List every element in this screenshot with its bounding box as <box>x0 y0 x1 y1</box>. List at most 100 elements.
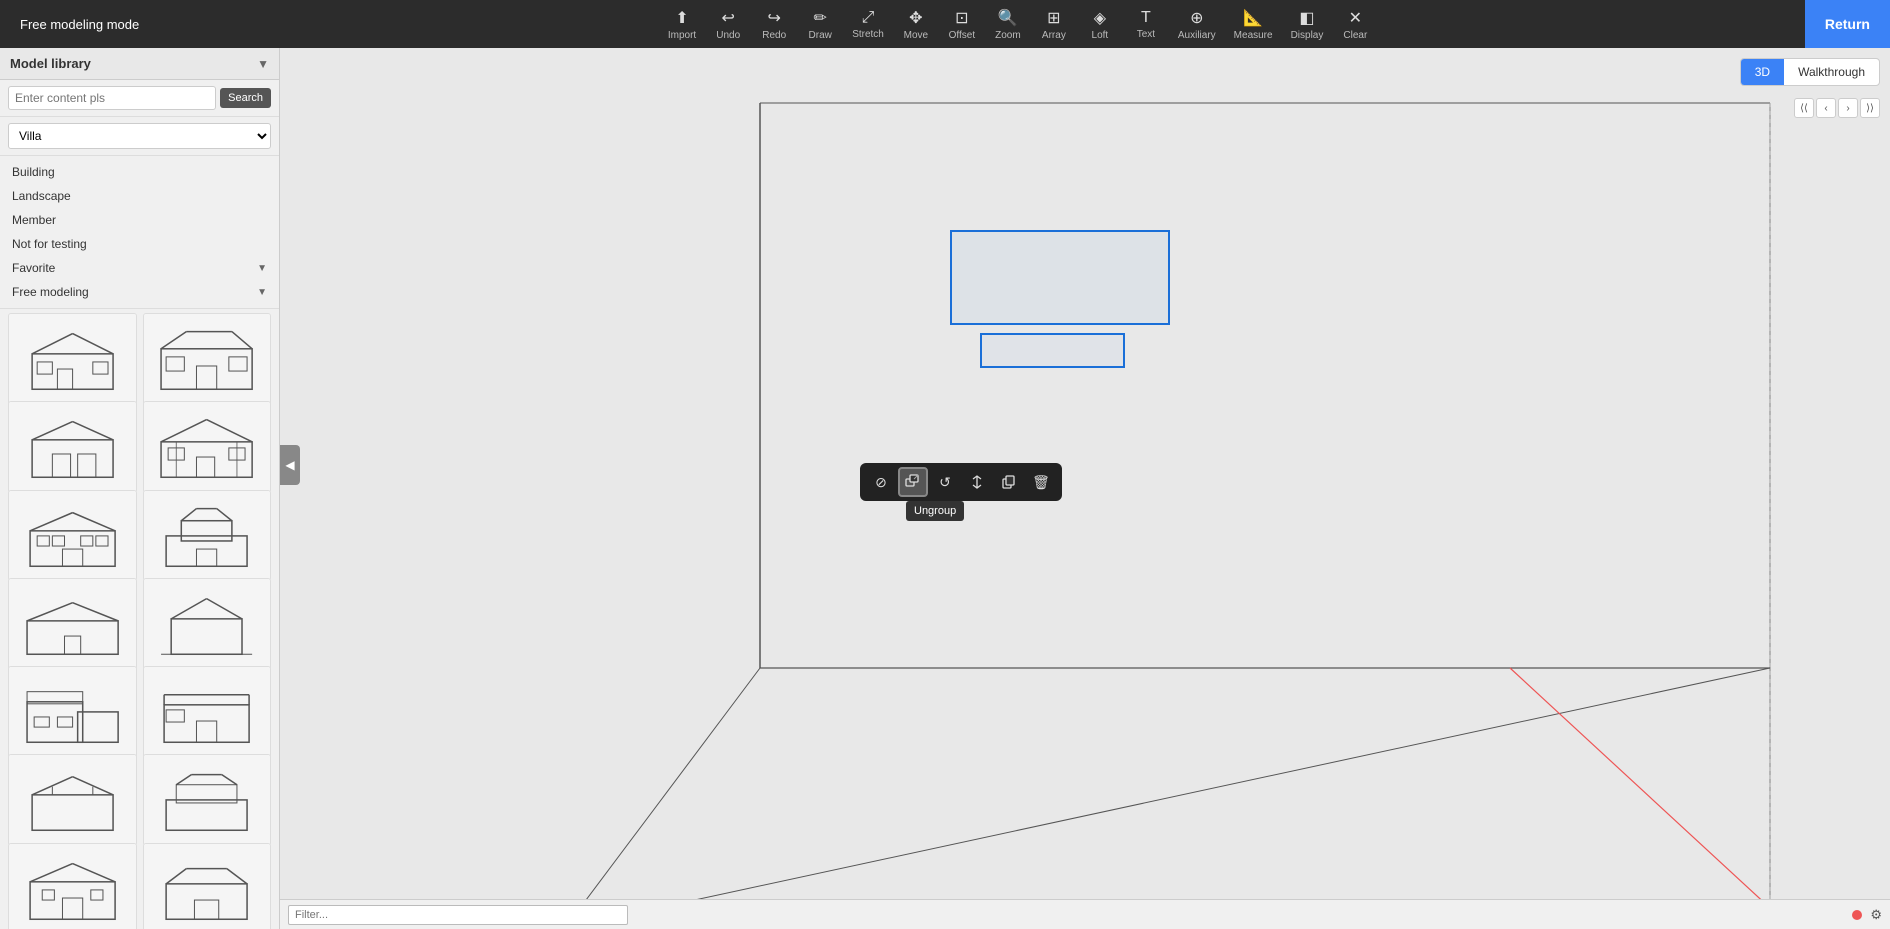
nav-arrows: ⟨⟨ ‹ › ⟩⟩ <box>1794 98 1880 118</box>
expand-arrow: ▼ <box>257 287 267 298</box>
redo-icon: ↪ <box>767 8 780 28</box>
search-bar: Search <box>0 80 279 117</box>
sidebar-collapse-button[interactable]: ◀ <box>280 445 300 485</box>
bottom-bar: ⚙ <box>280 899 1890 929</box>
toolbar-loft-button[interactable]: ◈Loft <box>1078 4 1122 45</box>
toolbar-auxiliary-button[interactable]: ⊕Auxiliary <box>1170 4 1224 45</box>
toolbar-move-button[interactable]: ✥Move <box>894 4 938 45</box>
ctx-delete-button[interactable]: 🗑 <box>1026 467 1056 497</box>
text-icon: T <box>1141 9 1151 27</box>
sidebar-item-landscape[interactable]: Landscape <box>0 184 279 208</box>
scene-svg <box>280 48 1890 929</box>
toolbar: Free modeling mode ⬆Import↩Undo↪Redo✏Dra… <box>0 0 1890 48</box>
status-dot-red <box>1852 910 1862 920</box>
model-card[interactable] <box>8 843 137 929</box>
toolbar-redo-button[interactable]: ↪Redo <box>752 4 796 45</box>
model-thumbnail <box>144 402 271 492</box>
model-thumbnail <box>9 402 136 492</box>
ctx-ungroup-button[interactable] <box>898 467 928 497</box>
model-card[interactable] <box>143 401 272 493</box>
sidebar: Model library ▼ Search VillaHouseBuildin… <box>0 48 280 929</box>
model-thumbnail <box>144 314 271 404</box>
model-thumbnail <box>144 755 271 845</box>
nav-last-button[interactable]: ⟩⟩ <box>1860 98 1880 118</box>
ctx-copy-button[interactable] <box>994 467 1024 497</box>
model-thumbnail <box>9 491 136 581</box>
auxiliary-icon: ⊕ <box>1190 8 1203 28</box>
toolbar-zoom-button[interactable]: 🔍Zoom <box>986 4 1030 45</box>
model-card[interactable] <box>143 843 272 929</box>
model-thumbnail <box>144 667 271 757</box>
view-toggle: 3D Walkthrough <box>1740 58 1880 86</box>
filter-input[interactable] <box>288 905 628 925</box>
model-thumbnail <box>144 844 271 929</box>
nav-prev-button[interactable]: ‹ <box>1816 98 1836 118</box>
sidebar-item-not-for-testing[interactable]: Not for testing <box>0 232 279 256</box>
sidebar-collapse-arrow[interactable]: ▼ <box>257 57 269 71</box>
offset-icon: ⊡ <box>955 8 968 28</box>
model-card[interactable] <box>143 578 272 670</box>
sidebar-item-building[interactable]: Building <box>0 160 279 184</box>
canvas-area[interactable]: ⊘ ↺ 🗑 <box>280 48 1890 929</box>
status-icon: ⚙ <box>1870 907 1882 923</box>
model-card[interactable] <box>8 578 137 670</box>
toolbar-offset-button[interactable]: ⊡Offset <box>940 4 984 45</box>
ctx-no-entry-button[interactable]: ⊘ <box>866 467 896 497</box>
model-card[interactable] <box>8 754 137 846</box>
model-card[interactable] <box>8 490 137 582</box>
search-button[interactable]: Search <box>220 88 271 108</box>
view-walkthrough-button[interactable]: Walkthrough <box>1784 59 1879 85</box>
model-card[interactable] <box>143 313 272 405</box>
search-input[interactable] <box>8 86 216 110</box>
model-card[interactable] <box>8 666 137 758</box>
sidebar-item-free-modeling[interactable]: Free modeling▼ <box>0 280 279 304</box>
toolbar-clear-button[interactable]: ✕Clear <box>1333 4 1377 45</box>
toolbar-array-button[interactable]: ⊞Array <box>1032 4 1076 45</box>
sidebar-title: Model library <box>10 56 91 71</box>
move-icon: ✥ <box>909 8 922 28</box>
context-toolbar: ⊘ ↺ 🗑 <box>860 463 1062 501</box>
model-card[interactable] <box>143 754 272 846</box>
display-icon: ◧ <box>1299 8 1314 28</box>
return-button[interactable]: Return <box>1805 0 1890 48</box>
model-card[interactable] <box>8 313 137 405</box>
sidebar-item-favorite[interactable]: Favorite▼ <box>0 256 279 280</box>
model-card[interactable] <box>8 401 137 493</box>
loft-icon: ◈ <box>1094 8 1106 28</box>
category-dropdown: VillaHouseBuildingLandscape <box>0 117 279 156</box>
import-icon: ⬆ <box>675 8 688 28</box>
sidebar-item-member[interactable]: Member <box>0 208 279 232</box>
model-card[interactable] <box>143 666 272 758</box>
view-3d-button[interactable]: 3D <box>1741 59 1784 85</box>
model-thumbnail <box>9 755 136 845</box>
category-select[interactable]: VillaHouseBuildingLandscape <box>8 123 271 149</box>
array-icon: ⊞ <box>1047 8 1060 28</box>
model-thumbnail <box>9 667 136 757</box>
model-thumbnail <box>144 579 271 669</box>
expand-arrow: ▼ <box>257 263 267 274</box>
toolbar-stretch-button[interactable]: ⤢Stretch <box>844 4 892 45</box>
toolbar-draw-button[interactable]: ✏Draw <box>798 4 842 45</box>
nav-first-button[interactable]: ⟨⟨ <box>1794 98 1814 118</box>
ctx-refresh-button[interactable]: ↺ <box>930 467 960 497</box>
model-thumbnail <box>9 314 136 404</box>
nav-next-button[interactable]: › <box>1838 98 1858 118</box>
model-thumbnail <box>144 491 271 581</box>
toolbar-display-button[interactable]: ◧Display <box>1283 4 1332 45</box>
ungroup-tooltip: Ungroup <box>906 501 964 521</box>
stretch-icon: ⤢ <box>862 9 875 27</box>
model-card[interactable] <box>143 490 272 582</box>
ctx-flip-button[interactable] <box>962 467 992 497</box>
draw-icon: ✏ <box>813 8 826 28</box>
undo-icon: ↩ <box>721 8 734 28</box>
clear-icon: ✕ <box>1349 8 1362 28</box>
model-grid <box>0 309 279 929</box>
toolbar-import-button[interactable]: ⬆Import <box>660 4 704 45</box>
toolbar-undo-button[interactable]: ↩Undo <box>706 4 750 45</box>
toolbar-text-button[interactable]: TText <box>1124 4 1168 45</box>
sidebar-header: Model library ▼ <box>0 48 279 80</box>
selected-rect-large <box>950 230 1170 325</box>
model-thumbnail <box>9 844 136 929</box>
sidebar-nav: BuildingLandscapeMemberNot for testingFa… <box>0 156 279 309</box>
toolbar-measure-button[interactable]: 📐Measure <box>1226 4 1281 45</box>
